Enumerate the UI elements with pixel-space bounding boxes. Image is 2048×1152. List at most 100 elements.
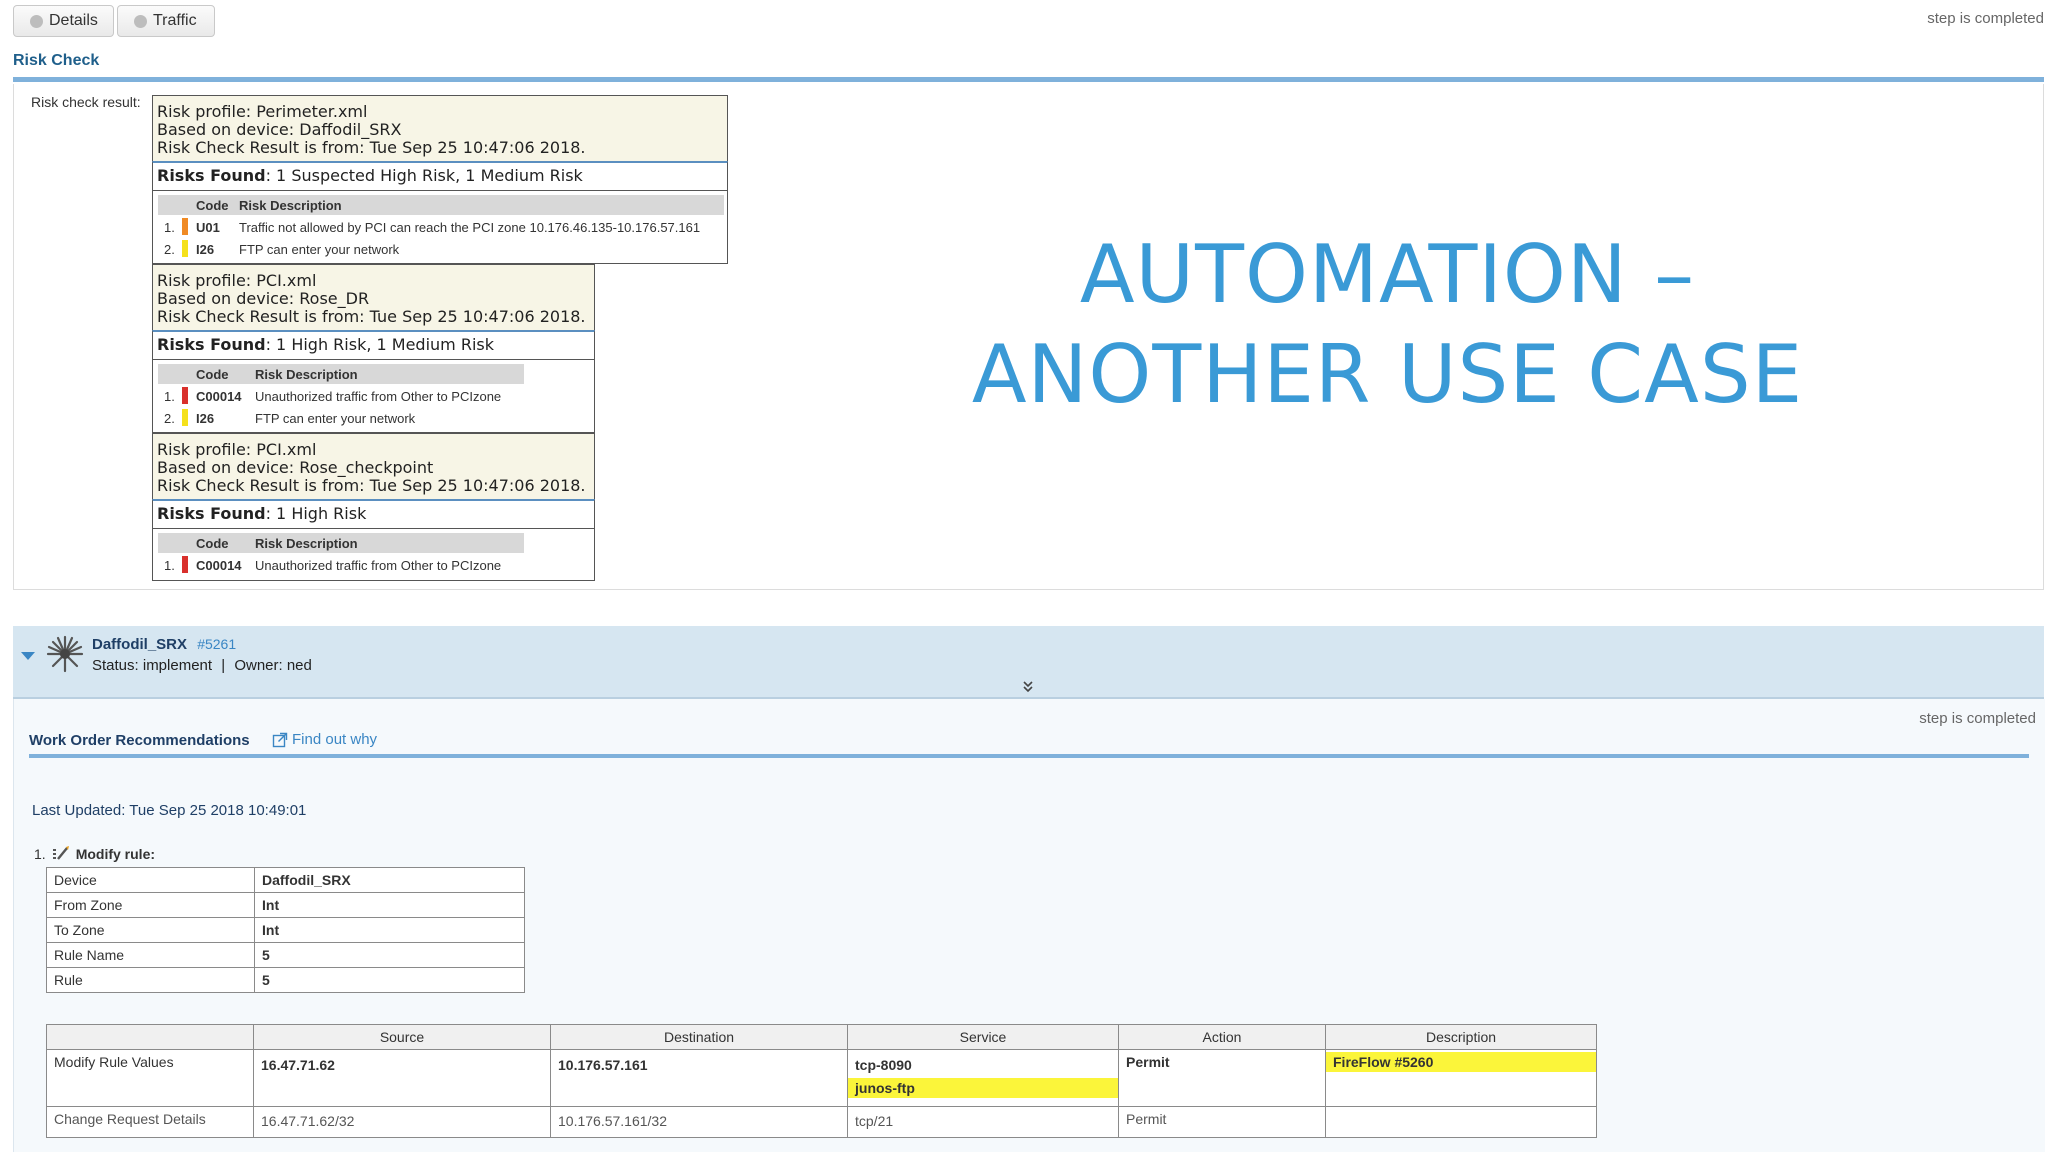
kv-key: Rule Name: [46, 942, 255, 968]
work-order-title: Work Order Recommendations: [29, 732, 250, 749]
risks-found: Risks Found: 1 Suspected High Risk, 1 Me…: [152, 161, 728, 191]
row-label: Modify Rule Values: [46, 1049, 254, 1107]
risks-found-value: : 1 High Risk, 1 Medium Risk: [265, 335, 495, 354]
service-value: tcp-8090: [855, 1057, 912, 1073]
risk-code: U01: [196, 220, 220, 235]
risk-row-num: 2.: [164, 242, 175, 257]
risk-check-title: Risk Check: [13, 52, 100, 69]
risk-row-num: 2.: [164, 411, 175, 426]
rule-info-table: Device Daffodil_SRX From Zone Int To Zone I…: [46, 867, 525, 993]
cell-action: Permit: [1118, 1106, 1326, 1138]
expand-chevrons-icon[interactable]: [1022, 681, 1034, 693]
risk-code: C00014: [196, 389, 242, 404]
table-row: Rule 5: [46, 967, 525, 993]
severity-yellow-icon: [182, 409, 188, 426]
item-number: 1.: [34, 846, 46, 862]
column-header-description: Description: [1325, 1024, 1597, 1050]
risk-row-num: 1.: [164, 558, 175, 573]
risk-description: FTP can enter your network: [239, 242, 400, 257]
kv-value: Int: [254, 917, 525, 943]
risk-table-header: Code Risk Description: [158, 195, 724, 215]
risks-found-label: Risks Found: [157, 335, 266, 354]
device-id-link[interactable]: #5261: [197, 636, 236, 652]
cell-destination: 10.176.57.161/32: [550, 1106, 848, 1138]
device-name: Daffodil_SRX: [92, 636, 188, 653]
risk-profile-name: Risk profile: PCI.xml: [157, 271, 317, 290]
kv-value: 5: [254, 942, 525, 968]
col-code: Code: [196, 367, 229, 382]
risks-found-label: Risks Found: [157, 166, 266, 185]
description-highlighted: FireFlow #5260: [1326, 1052, 1596, 1072]
step-status: step is completed: [1927, 10, 2044, 27]
find-out-why-link[interactable]: Find out why: [272, 731, 377, 748]
table-row: From Zone Int: [46, 892, 525, 918]
risks-found-label: Risks Found: [157, 504, 266, 523]
modify-rule-heading: 1. Modify rule:: [34, 844, 155, 864]
row-label: Change Request Details: [46, 1106, 254, 1138]
table-row: Rule Name 5: [46, 942, 525, 968]
last-updated: Last Updated: Tue Sep 25 2018 10:49:01: [32, 802, 307, 819]
table-row: Device Daffodil_SRX: [46, 867, 525, 893]
kv-value: Int: [254, 892, 525, 918]
cell-service: tcp/21: [847, 1106, 1119, 1138]
severity-red-icon: [182, 556, 188, 573]
severity-red-icon: [182, 387, 188, 404]
risk-description: Unauthorized traffic from Other to PCIzo…: [255, 389, 502, 404]
kv-key: Device: [46, 867, 255, 893]
collapse-triangle-icon[interactable]: [20, 650, 36, 662]
risk-table: Code Risk Description 1. C00014 Unauthor…: [152, 529, 595, 581]
severity-yellow-icon: [182, 240, 188, 257]
step-status-work-order: step is completed: [1919, 710, 2036, 727]
table-row: To Zone Int: [46, 917, 525, 943]
col-risk-description: Risk Description: [255, 536, 358, 551]
table-row: Modify Rule Values 16.47.71.62 10.176.57…: [46, 1049, 1597, 1107]
overlay-title-line1: AUTOMATION –: [1079, 228, 1696, 321]
cell-description: [1325, 1106, 1597, 1138]
column-header-source: Source: [253, 1024, 551, 1050]
column-header-service: Service: [847, 1024, 1119, 1050]
risks-found-value: : 1 Suspected High Risk, 1 Medium Risk: [265, 166, 583, 185]
section-divider: [13, 77, 2044, 82]
modify-rule-values-table: Source Destination Service Action Descri…: [46, 1024, 1597, 1138]
radio-dot-icon: [30, 14, 43, 28]
risk-check-result-label: Risk check result:: [31, 94, 141, 110]
risk-code: I26: [196, 411, 215, 426]
col-risk-description: Risk Description: [239, 198, 342, 213]
col-code: Code: [196, 198, 229, 213]
col-code: Code: [196, 536, 229, 551]
status-separator: |: [221, 657, 226, 674]
tab-details-label: Details: [49, 12, 98, 29]
risk-code: I26: [196, 242, 215, 257]
risk-row: 2. I26 FTP can enter your network: [158, 239, 724, 259]
kv-value: Daffodil_SRX: [254, 867, 525, 893]
risk-row: 1. C00014 Unauthorized traffic from Othe…: [158, 386, 588, 406]
column-header-action: Action: [1118, 1024, 1326, 1050]
cell-source: 16.47.71.62/32: [253, 1106, 551, 1138]
risk-table-header: Code Risk Description: [158, 533, 524, 553]
severity-orange-icon: [182, 218, 188, 235]
column-header-empty: [46, 1024, 254, 1050]
device-owner: Owner: ned: [234, 657, 312, 674]
find-out-why-label: Find out why: [292, 731, 378, 748]
kv-value: 5: [254, 967, 525, 993]
overlay-title: AUTOMATION – ANOTHER USE CASE: [960, 225, 1815, 425]
kv-key: Rule: [46, 967, 255, 993]
risk-profile-device: Based on device: Rose_DR: [157, 289, 370, 308]
device-title: Daffodil_SRX #5261: [92, 636, 236, 653]
modify-rule-label: Modify rule:: [75, 846, 156, 862]
tab-traffic[interactable]: Traffic: [117, 5, 215, 37]
risk-table-header: Code Risk Description: [158, 364, 524, 384]
risk-profile-device: Based on device: Rose_checkpoint: [157, 458, 434, 477]
external-link-icon: [272, 732, 288, 747]
risk-table: Code Risk Description 1. C00014 Unauthor…: [152, 360, 595, 433]
risk-profile-name: Risk profile: PCI.xml: [157, 440, 317, 459]
column-header-destination: Destination: [550, 1024, 848, 1050]
risk-profile-header: Risk profile: PCI.xml Based on device: R…: [152, 264, 595, 331]
risk-profile-name: Risk profile: Perimeter.xml: [157, 102, 368, 121]
risk-profile-header: Risk profile: Perimeter.xml Based on dev…: [152, 95, 728, 162]
risk-row: 1. U01 Traffic not allowed by PCI can re…: [158, 217, 724, 237]
device-status-line: Status: implement | Owner: ned: [92, 657, 312, 674]
risks-found: Risks Found: 1 High Risk: [152, 499, 595, 529]
tab-details[interactable]: Details: [13, 5, 114, 37]
risk-profile-header: Risk profile: PCI.xml Based on device: R…: [152, 433, 595, 500]
